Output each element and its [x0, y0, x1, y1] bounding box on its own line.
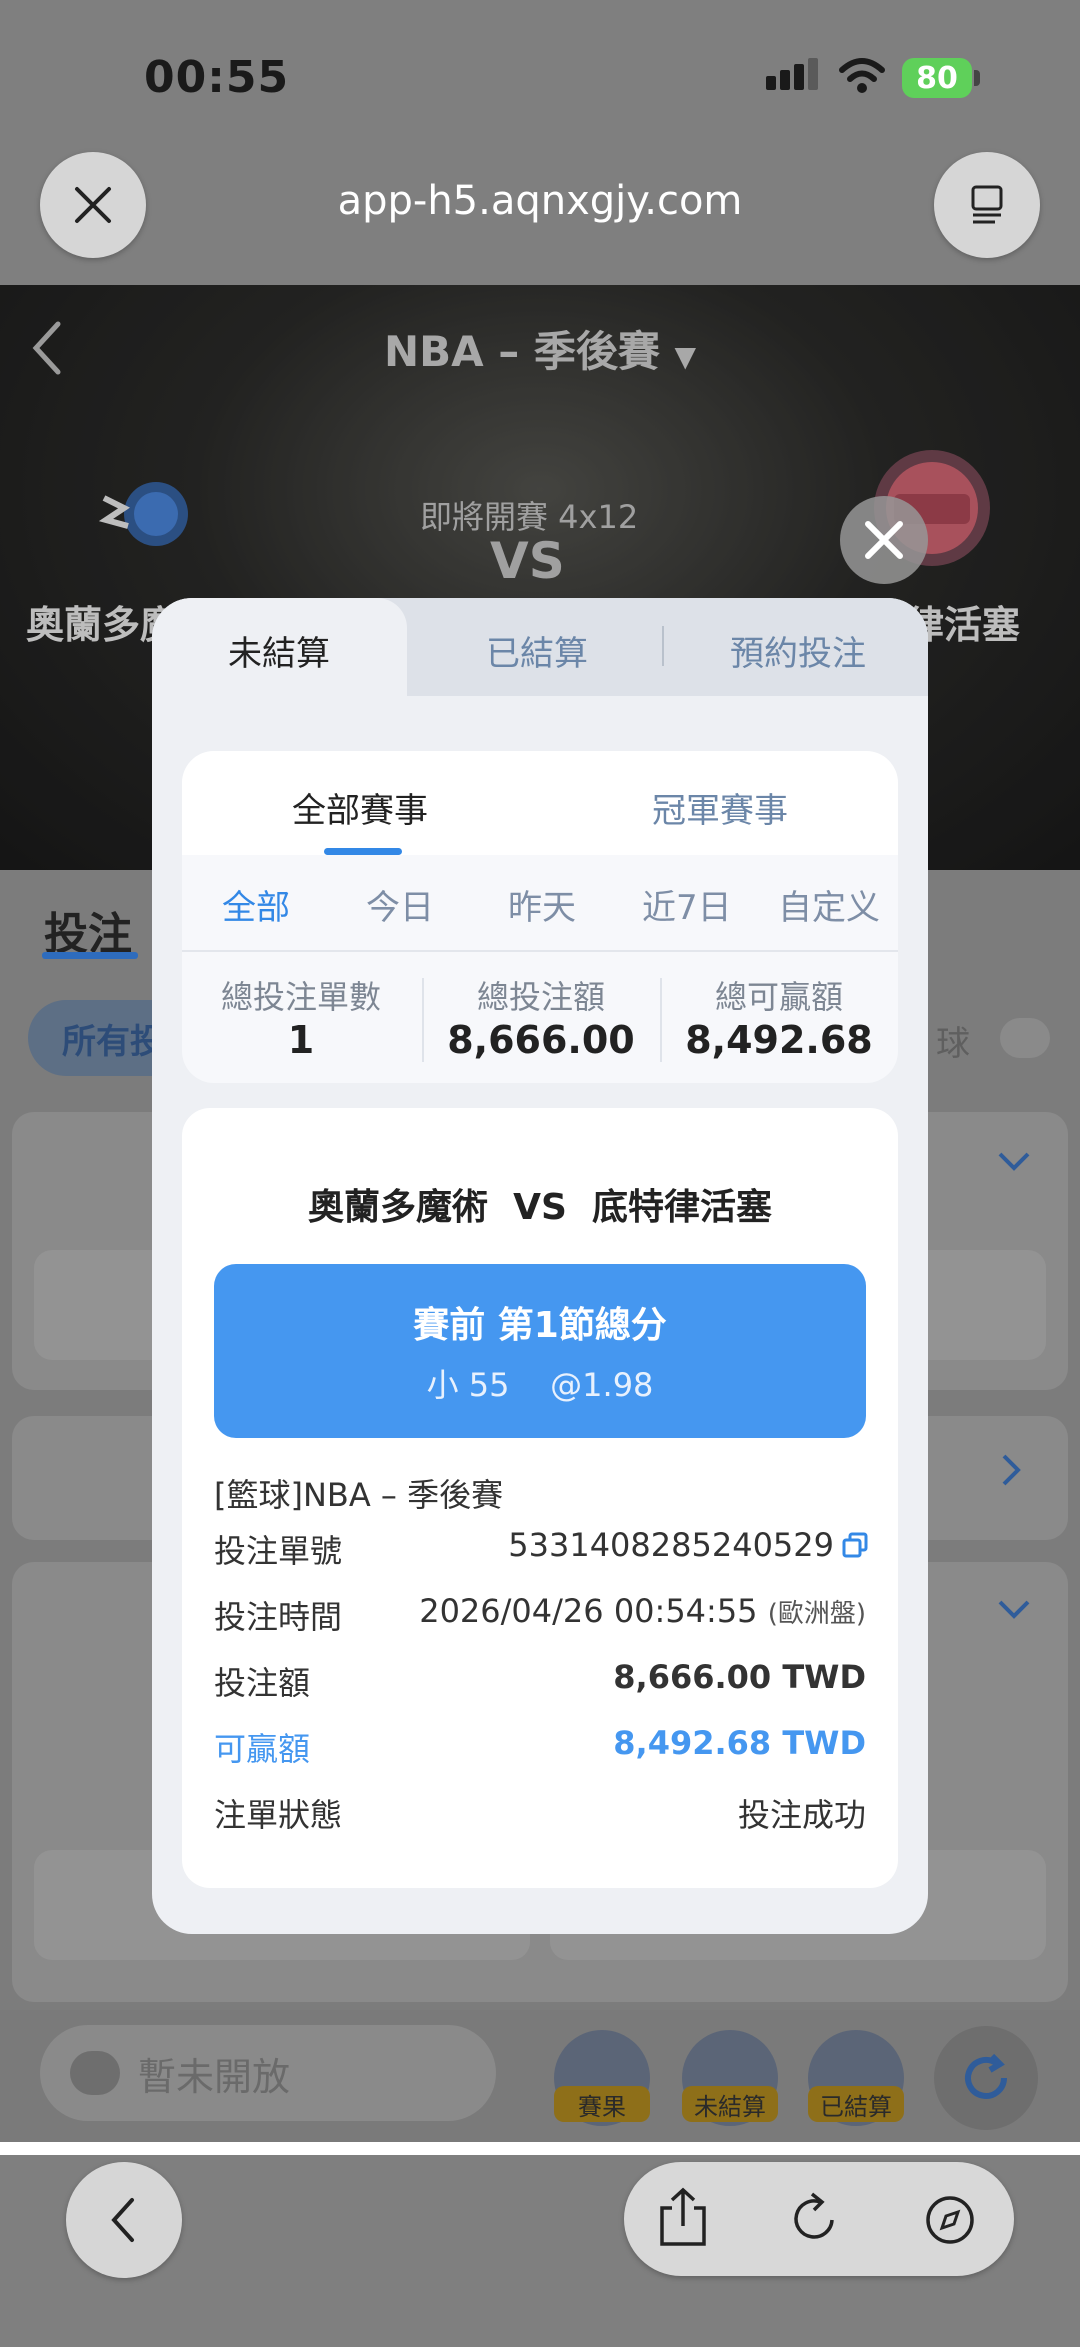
dropdown-toggle[interactable]	[1000, 1018, 1050, 1058]
vs-label: VS	[490, 532, 565, 590]
results-label: 賽果	[554, 2086, 650, 2122]
bet-time-label: 投注時間	[214, 1598, 343, 1636]
selection-odds: 小 55 @1.98	[426, 1366, 654, 1404]
tab-unsettled[interactable]: 未結算	[228, 626, 330, 675]
segment-bar	[182, 751, 898, 855]
segment-underline	[324, 848, 402, 855]
tabs-icon	[971, 185, 1003, 224]
bet-time: 2026/04/26 00:54:55	[419, 1592, 758, 1630]
chat-placeholder: 暫未開放	[138, 2054, 291, 2099]
league-title[interactable]: NBA – 季後賽 ▼	[340, 318, 740, 379]
odds-format: (歐洲盤)	[767, 1599, 866, 1629]
caret-down-icon: ▼	[674, 340, 697, 373]
refresh-icon	[965, 2053, 1007, 2099]
win-label: 可贏額	[214, 1730, 311, 1768]
filter-divider	[182, 950, 898, 952]
browser-menu-button[interactable]	[934, 152, 1040, 258]
chevron-right-icon[interactable]	[1000, 1452, 1024, 1488]
bet-id-label: 投注單號	[214, 1532, 343, 1570]
ball-label: 球	[936, 1024, 970, 1064]
tab-underline	[42, 952, 138, 959]
signal-bar-3	[794, 64, 804, 90]
battery-tip	[974, 70, 980, 86]
close-icon	[865, 521, 903, 559]
close-icon	[75, 187, 111, 223]
total-bets-value: 1	[287, 1018, 315, 1062]
settled-label: 已結算	[808, 2086, 904, 2122]
sport-league: [籃球]NBA – 季後賽	[214, 1476, 504, 1514]
range-7days[interactable]: 近7日	[642, 880, 732, 929]
status-label: 注單狀態	[214, 1796, 343, 1834]
segment-champion-events[interactable]: 冠軍賽事	[652, 783, 788, 832]
selection-box: 賽前 第1節總分 小 55 @1.98	[214, 1264, 866, 1438]
win-value: 8,492.68 TWD	[613, 1724, 866, 1762]
bet-card: 奧蘭多魔術 VS 底特律活塞 賽前 第1節總分 小 55 @1.98 [籃球]N…	[182, 1108, 898, 1888]
compass-icon[interactable]	[924, 2194, 976, 2246]
range-all[interactable]: 全部	[222, 880, 290, 929]
total-win-label: 總可贏額	[714, 978, 843, 1016]
stake-value: 8,666.00 TWD	[613, 1658, 866, 1696]
back-icon[interactable]	[28, 318, 68, 378]
total-stake-label: 總投注額	[476, 978, 605, 1016]
chevron-down-icon[interactable]	[996, 1598, 1032, 1622]
range-today[interactable]: 今日	[366, 880, 434, 929]
wifi-icon	[839, 58, 885, 93]
chevron-down-icon[interactable]	[996, 1150, 1032, 1174]
tab-settled[interactable]: 已結算	[486, 626, 588, 675]
tab-divider	[662, 626, 664, 666]
share-icon[interactable]	[658, 2186, 708, 2248]
clock: 00:55	[144, 52, 290, 103]
bet-records-modal: 未結算 已結算 預約投注 全部賽事 冠軍賽事 全部 今日 昨天 近7日 自定义 …	[152, 598, 928, 1934]
status-value: 投注成功	[737, 1796, 866, 1834]
signal-bar-2	[780, 70, 790, 90]
match-title: 奧蘭多魔術 VS 底特律活塞	[308, 1187, 772, 1228]
total-stake-value: 8,666.00	[447, 1018, 635, 1062]
tab-scheduled[interactable]: 預約投注	[730, 626, 866, 675]
close-browser-button[interactable]	[40, 152, 146, 258]
bet-id-value: 5331408285240529	[508, 1526, 834, 1564]
chat-input[interactable]: 暫未開放	[40, 2025, 496, 2121]
divider	[0, 2142, 1080, 2155]
refresh-button[interactable]	[934, 2026, 1038, 2130]
total-bets-label: 總投注單數	[220, 978, 381, 1016]
close-modal-button[interactable]	[840, 496, 928, 584]
signal-bar-1	[766, 76, 776, 90]
bet-time-value: 2026/04/26 00:54:55 (歐洲盤)	[419, 1592, 866, 1630]
magic-logo	[94, 468, 204, 558]
browser-back-button[interactable]	[66, 2162, 182, 2278]
status-bar: 00:55 80	[0, 0, 1080, 150]
stake-label: 投注額	[214, 1664, 311, 1702]
reload-icon[interactable]	[790, 2192, 840, 2244]
chat-icon	[70, 2051, 120, 2095]
battery-indicator: 80	[902, 58, 972, 98]
total-win-value: 8,492.68	[685, 1018, 873, 1062]
league-title-text: NBA – 季後賽	[383, 327, 660, 376]
signal-bar-4	[808, 58, 818, 90]
back-arrow-icon	[111, 2198, 134, 2242]
range-yesterday[interactable]: 昨天	[508, 880, 576, 929]
range-custom[interactable]: 自定义	[778, 880, 880, 929]
unsettled-label: 未結算	[682, 2086, 778, 2122]
segment-all-events[interactable]: 全部賽事	[292, 783, 428, 832]
url-text[interactable]: app-h5.aqnxgjy.com	[240, 178, 840, 224]
copy-icon[interactable]	[842, 1532, 868, 1558]
market-name: 賽前 第1節總分	[413, 1305, 667, 1346]
